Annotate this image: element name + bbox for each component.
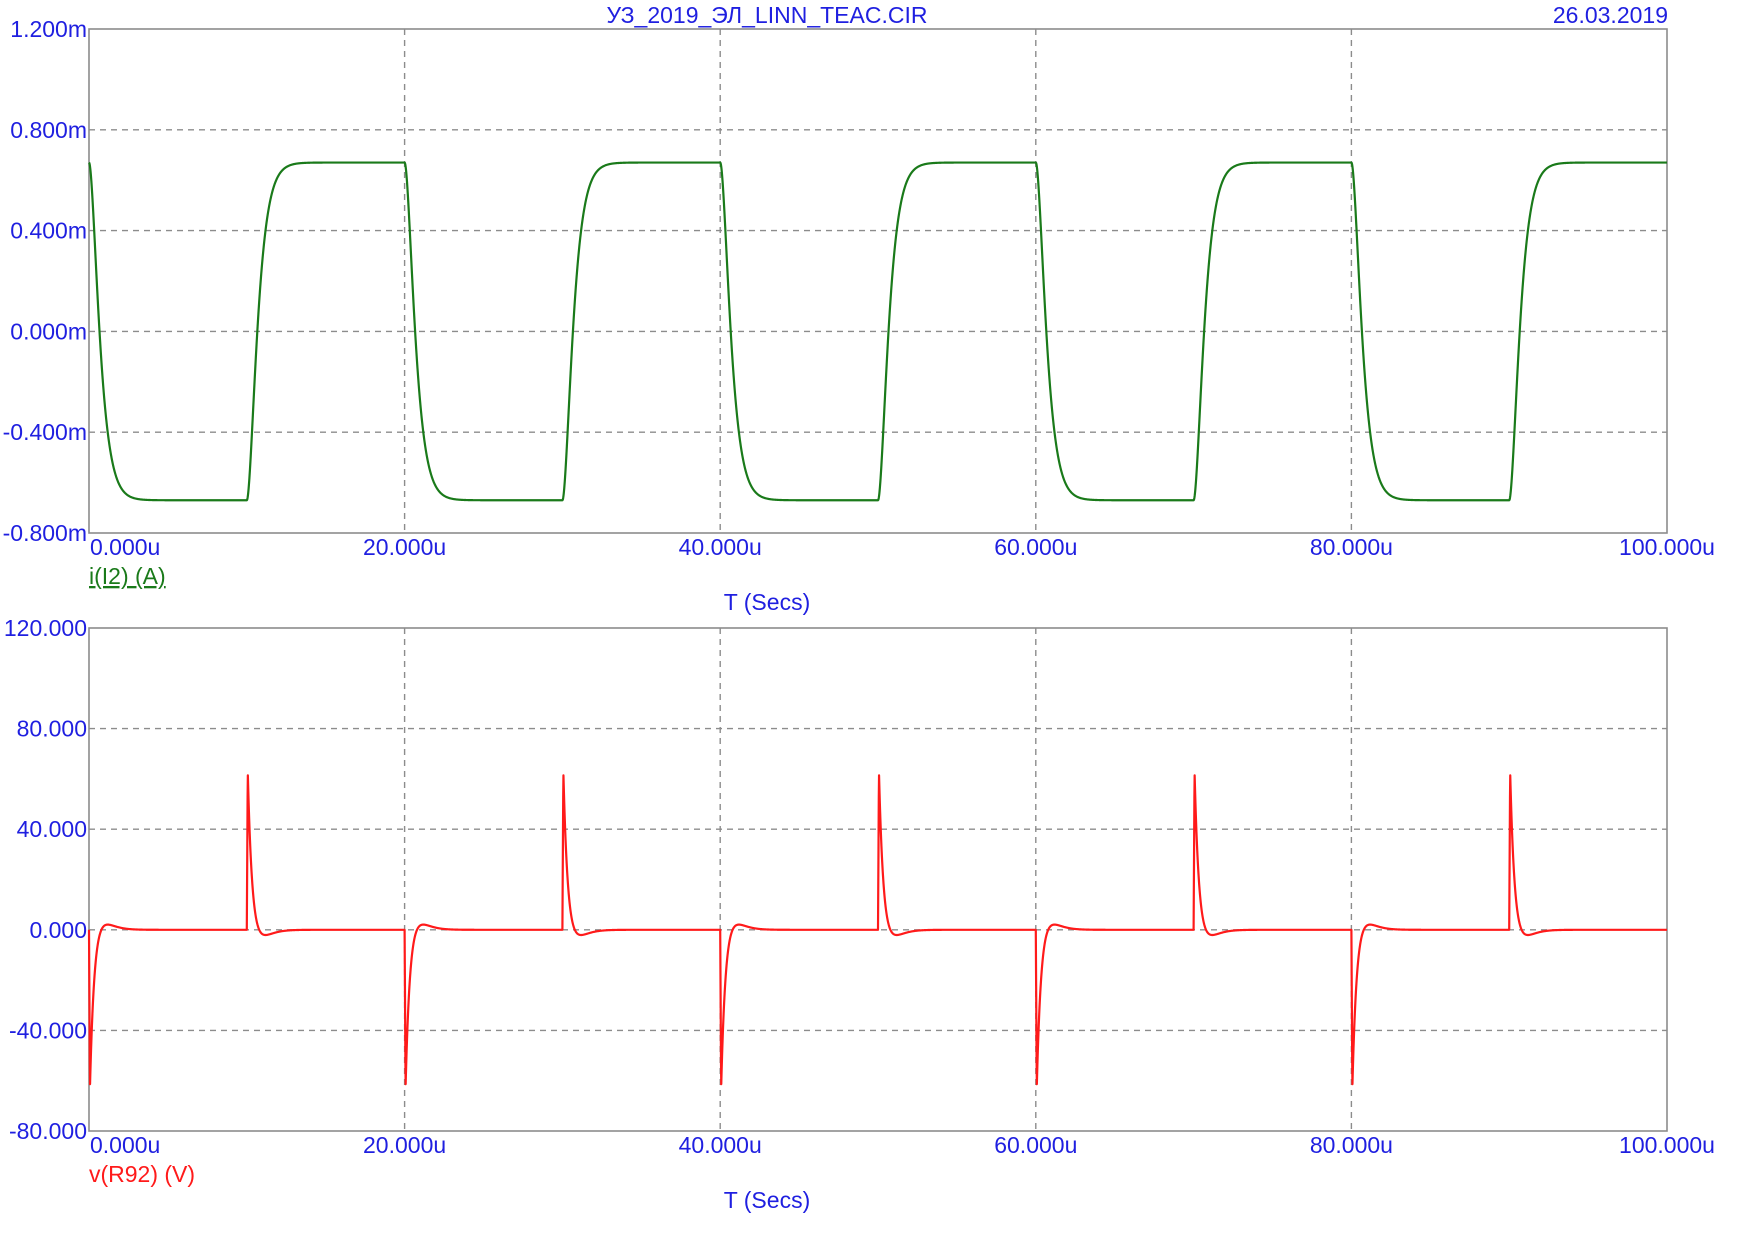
x-tick-label: 80.000u [1310, 1132, 1393, 1158]
x-tick-label: 40.000u [679, 534, 762, 560]
y-tick-label: 80.000 [17, 716, 87, 742]
x-tick-label: 60.000u [994, 1132, 1077, 1158]
y-tick-label: -0.800m [3, 520, 87, 546]
x-axis-label: T (Secs) [724, 1187, 810, 1213]
x-tick-label: 0.000u [90, 534, 160, 560]
x-tick-label: 20.000u [363, 1132, 446, 1158]
x-tick-label: 100.000u [1619, 534, 1715, 560]
series-line [87, 774, 1668, 1086]
y-tick-label: -40.000 [9, 1017, 87, 1043]
simulation-plot-window: УЗ_2019_ЭЛ_LINN_TEAC.CIR 26.03.2019 1.200m… [0, 0, 1754, 1240]
x-axis-label: T (Secs) [724, 589, 810, 615]
y-tick-label: 0.400m [10, 218, 87, 244]
x-tick-label: 0.000u [90, 1132, 160, 1158]
y-tick-label: -0.400m [3, 419, 87, 445]
file-title: УЗ_2019_ЭЛ_LINN_TEAC.CIR [607, 2, 928, 28]
y-tick-label: 0.800m [10, 117, 87, 143]
y-tick-label: 0.000m [10, 318, 87, 344]
series-legend-label: i(I2) (A) [89, 563, 166, 589]
x-tick-label: 100.000u [1619, 1132, 1715, 1158]
y-tick-label: 120.000 [4, 615, 87, 641]
plot-date: 26.03.2019 [1553, 2, 1668, 28]
plot-canvas: УЗ_2019_ЭЛ_LINN_TEAC.CIR 26.03.2019 1.200m… [3, 2, 1715, 1213]
x-tick-label: 80.000u [1310, 534, 1393, 560]
y-tick-label: 0.000 [29, 917, 87, 943]
y-tick-label: 40.000 [17, 816, 87, 842]
x-tick-label: 60.000u [994, 534, 1077, 560]
x-tick-label: 40.000u [679, 1132, 762, 1158]
y-tick-label: -80.000 [9, 1118, 87, 1144]
series-legend-label: v(R92) (V) [89, 1161, 195, 1187]
y-tick-label: 1.200m [10, 16, 87, 42]
x-tick-label: 20.000u [363, 534, 446, 560]
plot-frame [88, 28, 1668, 534]
